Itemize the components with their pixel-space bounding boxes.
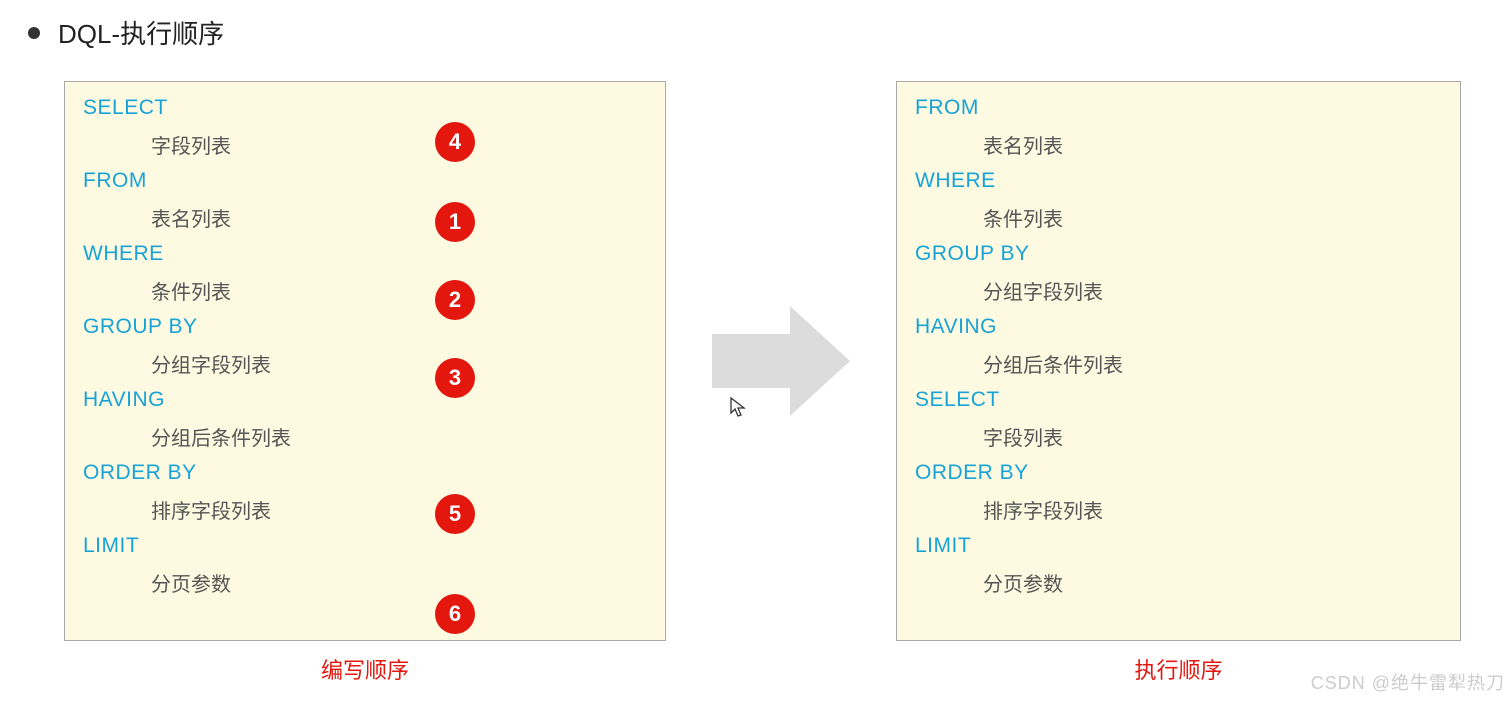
exec-desc-having: 分组后条件列表 bbox=[915, 349, 1444, 378]
exec-desc-where: 条件列表 bbox=[915, 203, 1444, 232]
clause-from: FROM 表名列表 bbox=[83, 169, 649, 232]
exec-where: WHERE 条件列表 bbox=[915, 169, 1444, 232]
title-row: DQL-执行顺序 bbox=[0, 0, 1511, 51]
keyword-limit: LIMIT bbox=[83, 534, 649, 558]
exec-orderby: ORDER BY 排序字段列表 bbox=[915, 461, 1444, 524]
desc-groupby: 分组字段列表 bbox=[83, 349, 649, 378]
caption-write-order: 编写顺序 bbox=[64, 653, 666, 685]
keyword-having: HAVING bbox=[83, 388, 649, 412]
order-badge-5: 5 bbox=[435, 494, 475, 534]
desc-from: 表名列表 bbox=[83, 203, 649, 232]
exec-desc-limit: 分页参数 bbox=[915, 568, 1444, 597]
write-order-panel: SELECT 字段列表 FROM 表名列表 WHERE 条件列表 GROUP B… bbox=[64, 81, 666, 641]
desc-where: 条件列表 bbox=[83, 276, 649, 305]
desc-orderby: 排序字段列表 bbox=[83, 495, 649, 524]
exec-desc-orderby: 排序字段列表 bbox=[915, 495, 1444, 524]
diagram-panels: SELECT 字段列表 FROM 表名列表 WHERE 条件列表 GROUP B… bbox=[0, 81, 1511, 641]
exec-groupby: GROUP BY 分组字段列表 bbox=[915, 242, 1444, 305]
exec-order-panel: FROM 表名列表 WHERE 条件列表 GROUP BY 分组字段列表 HAV… bbox=[896, 81, 1461, 641]
clause-limit: LIMIT 分页参数 bbox=[83, 534, 649, 597]
keyword-from: FROM bbox=[83, 169, 649, 193]
keyword-groupby: GROUP BY bbox=[83, 315, 649, 339]
exec-keyword-having: HAVING bbox=[915, 315, 1444, 339]
exec-desc-from: 表名列表 bbox=[915, 130, 1444, 159]
exec-keyword-groupby: GROUP BY bbox=[915, 242, 1444, 266]
exec-limit: LIMIT 分页参数 bbox=[915, 534, 1444, 597]
exec-keyword-from: FROM bbox=[915, 96, 1444, 120]
order-badge-1: 1 bbox=[435, 202, 475, 242]
desc-having: 分组后条件列表 bbox=[83, 422, 649, 451]
order-badge-4: 4 bbox=[435, 122, 475, 162]
exec-having: HAVING 分组后条件列表 bbox=[915, 315, 1444, 378]
desc-select: 字段列表 bbox=[83, 130, 649, 159]
exec-keyword-where: WHERE bbox=[915, 169, 1444, 193]
keyword-where: WHERE bbox=[83, 242, 649, 266]
captions: 编写顺序 执行顺序 bbox=[0, 641, 1511, 685]
bullet-icon bbox=[28, 27, 40, 39]
desc-limit: 分页参数 bbox=[83, 568, 649, 597]
exec-desc-select: 字段列表 bbox=[915, 422, 1444, 451]
exec-keyword-limit: LIMIT bbox=[915, 534, 1444, 558]
watermark: CSDN @绝牛雷犁热刀 bbox=[1311, 669, 1505, 695]
keyword-orderby: ORDER BY bbox=[83, 461, 649, 485]
keyword-select: SELECT bbox=[83, 96, 649, 120]
write-order-inner: SELECT 字段列表 FROM 表名列表 WHERE 条件列表 GROUP B… bbox=[83, 96, 649, 597]
arrow-container bbox=[666, 81, 896, 641]
page-title: DQL-执行顺序 bbox=[58, 14, 224, 51]
clause-groupby: GROUP BY 分组字段列表 bbox=[83, 315, 649, 378]
exec-desc-groupby: 分组字段列表 bbox=[915, 276, 1444, 305]
exec-keyword-orderby: ORDER BY bbox=[915, 461, 1444, 485]
clause-orderby: ORDER BY 排序字段列表 bbox=[83, 461, 649, 524]
order-badge-6: 6 bbox=[435, 594, 475, 634]
order-badge-2: 2 bbox=[435, 280, 475, 320]
order-badge-3: 3 bbox=[435, 358, 475, 398]
exec-from: FROM 表名列表 bbox=[915, 96, 1444, 159]
clause-where: WHERE 条件列表 bbox=[83, 242, 649, 305]
cursor-icon bbox=[730, 397, 746, 424]
exec-select: SELECT 字段列表 bbox=[915, 388, 1444, 451]
clause-select: SELECT 字段列表 bbox=[83, 96, 649, 159]
clause-having: HAVING 分组后条件列表 bbox=[83, 388, 649, 451]
exec-keyword-select: SELECT bbox=[915, 388, 1444, 412]
